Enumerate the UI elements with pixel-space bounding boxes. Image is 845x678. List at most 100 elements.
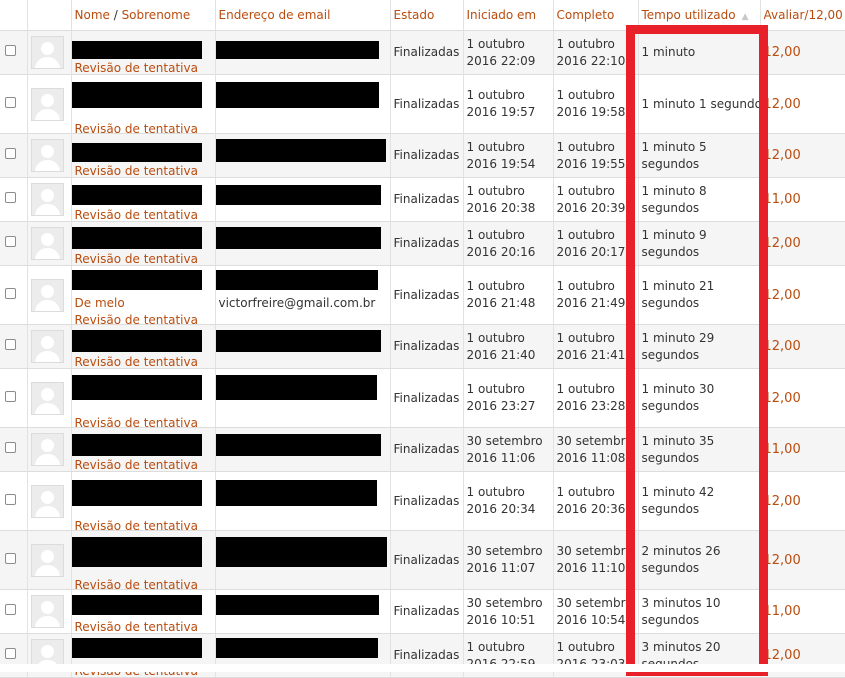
grade-link[interactable]: 12,00 — [764, 45, 801, 60]
review-attempt-link[interactable]: Revisão de tentativa — [75, 163, 198, 177]
row-checkbox[interactable] — [5, 96, 16, 108]
grade-cell: 11,00 — [760, 177, 845, 222]
grade-link[interactable]: 11,00 — [764, 442, 801, 457]
review-attempt-link[interactable]: Revisão de tentativa — [75, 415, 198, 427]
sort-by-grade-link[interactable]: Avaliar/12,00 — [764, 8, 843, 22]
started-time: 2016 20:34 — [466, 502, 536, 516]
row-checkbox[interactable] — [5, 236, 16, 247]
review-attempt-link[interactable]: Revisão de tentativa — [75, 207, 198, 221]
user-avatar-icon[interactable] — [30, 330, 64, 363]
review-attempt-link[interactable]: Revisão de tentativa — [75, 312, 198, 324]
grade-link[interactable]: 12,00 — [764, 236, 801, 251]
sort-by-email-link[interactable]: Endereço de email — [219, 8, 331, 22]
grade-link[interactable]: 12,00 — [764, 553, 801, 568]
user-avatar-icon[interactable] — [30, 433, 64, 466]
grade-link[interactable]: 12,00 — [764, 339, 801, 354]
completed-cell: 1 outubro 2016 21:41 — [553, 324, 639, 369]
sort-ascending-icon[interactable]: ▲ — [742, 12, 749, 22]
redacted-user-name — [71, 185, 202, 205]
row-checkbox[interactable] — [5, 442, 16, 453]
grade-link[interactable]: 12,00 — [764, 391, 801, 406]
time-taken-line1: 3 minutos 20 — [641, 639, 721, 654]
user-avatar-icon[interactable] — [30, 139, 64, 172]
completed-date: 1 outubro — [556, 227, 615, 242]
grade-link[interactable]: 11,00 — [764, 192, 801, 207]
user-avatar-icon[interactable] — [30, 381, 64, 415]
started-date: 1 outubro — [466, 227, 525, 242]
header-email[interactable]: Endereço de email — [215, 0, 391, 31]
header-separator: / — [109, 8, 122, 22]
user-avatar-icon[interactable] — [30, 278, 64, 312]
header-completed[interactable]: Completo — [553, 0, 639, 31]
table-row: Revisão de tentativa Finalizadas 30 setemb… — [0, 530, 845, 590]
row-checkbox[interactable] — [5, 648, 16, 659]
review-attempt-link[interactable]: Revisão de tentativa — [75, 60, 198, 74]
grade-link[interactable]: 12,00 — [764, 648, 801, 663]
time-taken-line1: 1 minuto 5 — [641, 139, 707, 154]
header-name: Nome / Sobrenome — [71, 0, 216, 31]
attempt-state: Finalizadas — [393, 45, 460, 59]
completed-cell: 1 outubro 2016 20:36 — [553, 471, 639, 531]
sort-by-time-link[interactable]: Tempo utilizado — [642, 8, 736, 22]
review-attempt-link[interactable]: Revisão de tentativa — [75, 577, 198, 589]
row-checkbox[interactable] — [5, 192, 16, 203]
user-avatar-icon[interactable] — [30, 543, 64, 577]
header-started[interactable]: Iniciado em — [463, 0, 554, 31]
bottom-edge — [0, 664, 845, 672]
row-checkbox[interactable] — [5, 45, 16, 56]
grade-link[interactable]: 12,00 — [764, 288, 801, 303]
review-attempt-link[interactable]: Revisão de tentativa — [75, 121, 198, 133]
row-checkbox[interactable] — [5, 390, 16, 402]
completed-date: 1 outubro — [556, 279, 615, 293]
grade-link[interactable]: 12,00 — [764, 148, 801, 163]
row-checkbox[interactable] — [5, 148, 16, 159]
attempt-state: Finalizadas — [393, 287, 460, 302]
row-checkbox[interactable] — [5, 493, 16, 505]
grade-cell: 12,00 — [760, 30, 845, 75]
sort-by-completed-link[interactable]: Completo — [557, 8, 615, 22]
attempt-state: Finalizadas — [393, 96, 460, 111]
user-avatar-icon[interactable] — [30, 183, 64, 216]
sort-by-name-link[interactable]: Nome — [75, 8, 110, 22]
completed-time: 2016 20:39 — [556, 200, 626, 215]
redacted-user-name — [71, 143, 202, 162]
grade-link[interactable]: 12,00 — [764, 97, 801, 112]
name-cell: Revisão de tentativa — [71, 221, 216, 266]
user-name-fragment[interactable]: De melo — [75, 295, 125, 312]
row-checkbox[interactable] — [5, 552, 16, 564]
started-cell: 1 outubro 2016 21:40 — [463, 324, 554, 369]
user-avatar-icon[interactable] — [30, 36, 64, 69]
sort-by-state-link[interactable]: Estado — [394, 8, 435, 22]
time-taken-line2: segundos — [641, 156, 700, 171]
sort-by-started-link[interactable]: Iniciado em — [467, 8, 537, 22]
completed-date: 1 outubro — [556, 485, 615, 499]
header-state[interactable]: Estado — [390, 0, 464, 31]
row-select-cell — [0, 265, 28, 325]
user-avatar-icon[interactable] — [30, 484, 64, 518]
review-attempt-link[interactable]: Revisão de tentativa — [75, 518, 198, 530]
header-time-taken[interactable]: Tempo utilizado ▲ — [638, 0, 761, 31]
attempt-state: Finalizadas — [393, 493, 460, 508]
time-taken-line2: segundos — [641, 561, 700, 575]
review-attempt-link[interactable]: Revisão de tentativa — [75, 619, 198, 633]
time-taken-line2: segundos — [641, 450, 700, 465]
sort-by-surname-link[interactable]: Sobrenome — [122, 8, 191, 22]
started-time: 2016 19:54 — [466, 156, 536, 171]
grade-link[interactable]: 11,00 — [764, 604, 801, 619]
user-avatar-icon[interactable] — [30, 87, 64, 121]
review-attempt-link[interactable]: Revisão de tentativa — [75, 354, 198, 368]
user-avatar-icon[interactable] — [30, 227, 64, 260]
review-attempt-link[interactable]: Revisão de tentativa — [75, 457, 198, 471]
completed-cell: 30 setembro 2016 10:54 — [553, 589, 639, 634]
started-time: 2016 11:07 — [466, 561, 536, 575]
row-checkbox[interactable] — [5, 339, 16, 350]
row-checkbox[interactable] — [5, 604, 16, 615]
review-attempt-link[interactable]: Revisão de tentativa — [75, 251, 198, 265]
name-cell: De melo Revisão de tentativa — [71, 265, 216, 325]
completed-time: 2016 10:54 — [556, 612, 626, 627]
user-avatar-icon[interactable] — [30, 595, 64, 628]
header-grade[interactable]: Avaliar/12,00 — [760, 0, 845, 31]
completed-cell: 1 outubro 2016 22:10 — [553, 30, 639, 75]
row-checkbox[interactable] — [5, 287, 16, 299]
grade-link[interactable]: 12,00 — [764, 494, 801, 509]
